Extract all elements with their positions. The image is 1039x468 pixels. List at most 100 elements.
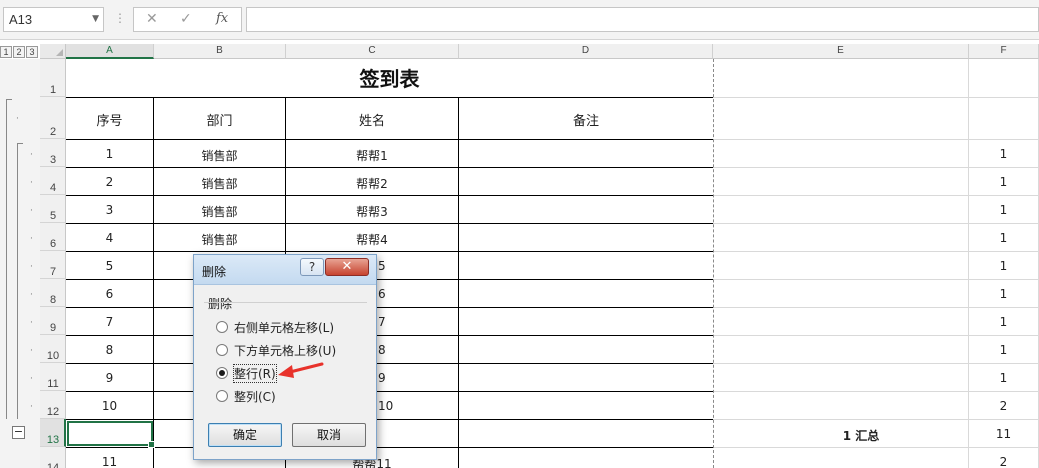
cell-no[interactable]: 9 <box>66 371 153 385</box>
cell-dept[interactable]: 销售部 <box>154 203 285 220</box>
column-header-b[interactable]: B <box>154 44 286 59</box>
row-header[interactable]: 10 <box>40 335 66 363</box>
header-cell-dept[interactable]: 部门 <box>154 110 285 129</box>
active-cell-a13[interactable] <box>67 421 155 448</box>
outline-dot: · <box>30 206 33 216</box>
cell-no[interactable]: 10 <box>66 399 153 413</box>
table-border <box>66 419 713 420</box>
fx-icon[interactable]: fx <box>216 11 228 26</box>
cell-f[interactable]: 1 <box>969 147 1038 161</box>
cell-name-partial[interactable]: 5 <box>378 259 398 273</box>
cell-name-partial[interactable]: 7 <box>378 315 398 329</box>
cell-name[interactable]: 帮帮2 <box>286 175 458 192</box>
header-cell-name[interactable]: 姓名 <box>286 110 458 129</box>
row-header[interactable]: 7 <box>40 251 66 279</box>
cell-f[interactable]: 1 <box>969 343 1038 357</box>
row-header[interactable]: 2 <box>40 97 66 139</box>
cancel-button[interactable]: 取消 <box>292 423 366 447</box>
cell-dept[interactable]: 销售部 <box>154 231 285 248</box>
radio-button[interactable] <box>216 390 228 402</box>
row-header[interactable]: 4 <box>40 167 66 195</box>
cell-name[interactable]: 帮帮1 <box>286 147 458 164</box>
cell-name[interactable]: 帮帮3 <box>286 203 458 220</box>
gridline <box>713 223 1039 224</box>
row-header[interactable]: 5 <box>40 195 66 223</box>
cell-f[interactable]: 1 <box>969 175 1038 189</box>
gridline <box>713 139 1039 140</box>
cell-f[interactable]: 1 <box>969 315 1038 329</box>
cell-dept[interactable]: 销售部 <box>154 147 285 164</box>
select-all-corner[interactable] <box>40 44 66 59</box>
row-header[interactable]: 1 <box>40 59 66 97</box>
row-header[interactable]: 9 <box>40 307 66 335</box>
dialog-titlebar[interactable]: 删除 ? ✕ <box>194 255 376 285</box>
row-header-selected[interactable]: 13 <box>40 419 66 447</box>
cell-name-partial[interactable]: 8 <box>378 343 398 357</box>
cell-no[interactable]: 6 <box>66 287 153 301</box>
option-label[interactable]: 整列(C) <box>234 388 276 405</box>
radio-button-selected[interactable] <box>216 367 228 379</box>
cell-name-partial[interactable]: 9 <box>378 371 398 385</box>
outline-level-1-button[interactable]: 1 <box>0 46 12 58</box>
help-button[interactable]: ? <box>300 258 324 276</box>
cell-f[interactable]: 1 <box>969 287 1038 301</box>
cancel-icon[interactable]: ✕ <box>146 11 158 27</box>
header-cell-no[interactable]: 序号 <box>66 110 153 129</box>
cell-no[interactable]: 5 <box>66 259 153 273</box>
option-label[interactable]: 下方单元格上移(U) <box>234 342 336 359</box>
row-header[interactable]: 12 <box>40 391 66 419</box>
ok-button[interactable]: 确定 <box>208 423 282 447</box>
header-cell-note[interactable]: 备注 <box>459 110 713 129</box>
column-header-e[interactable]: E <box>713 44 969 59</box>
cell-f[interactable]: 2 <box>969 399 1038 413</box>
radio-button[interactable] <box>216 321 228 333</box>
row-header[interactable]: 14 <box>40 447 66 468</box>
sheet-title[interactable]: 签到表 <box>66 63 713 92</box>
annotation-arrow-icon <box>278 362 324 378</box>
column-header-a[interactable]: A <box>66 44 154 59</box>
option-label[interactable]: 整行(R) <box>233 364 277 383</box>
summary-total-cell[interactable]: 11 <box>969 427 1038 441</box>
cell-name-partial[interactable]: 6 <box>378 287 398 301</box>
outline-level-3-button[interactable]: 3 <box>26 46 38 58</box>
cell-no[interactable]: 3 <box>66 203 153 217</box>
row-header[interactable]: 8 <box>40 279 66 307</box>
table-border <box>458 97 459 468</box>
column-header-d[interactable]: D <box>459 44 713 59</box>
cell-no[interactable]: 2 <box>66 175 153 189</box>
cell-no[interactable]: 8 <box>66 343 153 357</box>
formula-input[interactable] <box>246 7 1039 32</box>
outline-dot: · <box>30 318 33 328</box>
cell-no[interactable]: 7 <box>66 315 153 329</box>
cell-f[interactable]: 1 <box>969 203 1038 217</box>
summary-label-cell[interactable]: 1 汇总 <box>796 427 926 444</box>
close-button[interactable]: ✕ <box>325 258 369 276</box>
row-header[interactable]: 6 <box>40 223 66 251</box>
name-box[interactable]: A13 ▼ <box>3 7 104 32</box>
outline-collapse-button[interactable]: − <box>12 426 25 439</box>
cell-name[interactable]: 帮帮4 <box>286 231 458 248</box>
radio-button[interactable] <box>216 344 228 356</box>
cell-no[interactable]: 4 <box>66 231 153 245</box>
chevron-down-icon[interactable]: ▼ <box>92 14 99 24</box>
outline-level-2-button[interactable]: 2 <box>13 46 25 58</box>
option-label[interactable]: 右侧单元格左移(L) <box>234 319 334 336</box>
cell-f[interactable]: 1 <box>969 259 1038 273</box>
gridline <box>713 251 1039 252</box>
column-header-c[interactable]: C <box>286 44 459 59</box>
outline-dot: · <box>30 402 33 412</box>
column-header-f[interactable]: F <box>969 44 1039 59</box>
cell-f[interactable]: 1 <box>969 371 1038 385</box>
delete-dialog: 删除 ? ✕ 删除 右侧单元格左移(L) 下方单元格上移(U) 整行(R) 整列… <box>193 254 377 460</box>
outline-dot: · <box>16 114 19 124</box>
check-icon[interactable]: ✓ <box>180 11 192 27</box>
cell-dept[interactable]: 销售部 <box>154 175 285 192</box>
row-header[interactable]: 3 <box>40 139 66 167</box>
table-border <box>66 97 713 98</box>
cell-f[interactable]: 1 <box>969 231 1038 245</box>
cell-f[interactable]: 2 <box>969 455 1038 468</box>
cell-no[interactable]: 1 <box>66 147 153 161</box>
cell-no[interactable]: 11 <box>66 455 153 468</box>
row-header[interactable]: 11 <box>40 363 66 391</box>
cell-name-partial[interactable]: 10 <box>378 399 402 413</box>
